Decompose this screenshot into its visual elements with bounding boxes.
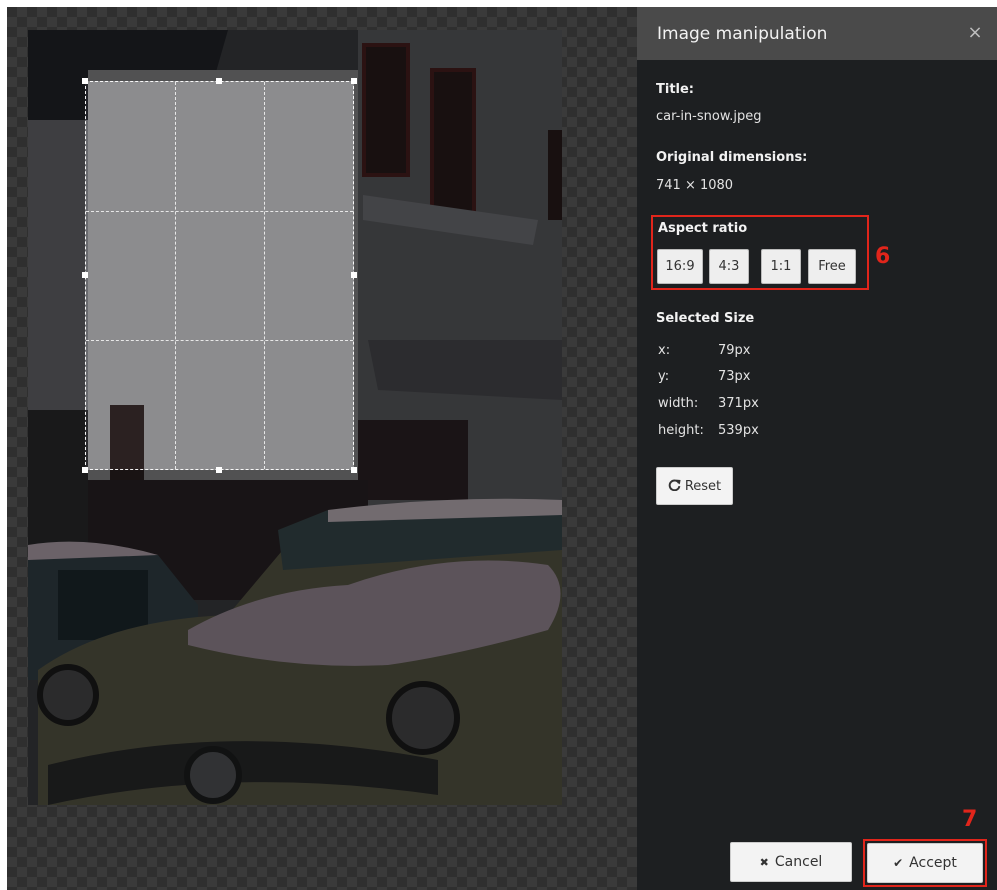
size-key: height: <box>658 423 704 438</box>
image-manipulation-panel: Image manipulation × Title: car-in-snow.… <box>637 7 997 890</box>
aspect-ratio-group: Aspect ratio 16:9 4:3 1:1 Free <box>651 215 869 290</box>
close-icon[interactable]: × <box>965 22 985 43</box>
title-label: Title: <box>656 82 695 97</box>
crop-handle-top-left[interactable] <box>82 78 88 84</box>
reset-button[interactable]: Reset <box>656 467 733 505</box>
size-value: 79px <box>718 343 751 358</box>
refresh-icon <box>668 478 681 495</box>
ratio-free-button[interactable]: Free <box>808 249 856 284</box>
size-row-x: x: 79px <box>658 343 751 358</box>
crop-grid-line <box>86 211 353 212</box>
size-value: 539px <box>718 423 759 438</box>
dimensions-label: Original dimensions: <box>656 150 808 165</box>
crop-handle-bottom-left[interactable] <box>82 467 88 473</box>
size-value: 73px <box>718 369 751 384</box>
crop-handle-top[interactable] <box>216 78 222 84</box>
aspect-ratio-label: Aspect ratio <box>658 221 748 236</box>
size-row-height: height: 539px <box>658 423 759 438</box>
panel-title: Image manipulation <box>657 23 828 44</box>
size-key: y: <box>658 369 670 384</box>
dimensions-value: 741 × 1080 <box>656 178 734 193</box>
cancel-label: Cancel <box>774 854 823 870</box>
close-icon: ✖ <box>759 855 769 869</box>
crop-grid-line <box>264 82 265 469</box>
accept-label: Accept <box>909 855 957 871</box>
check-icon: ✔ <box>893 856 904 870</box>
ratio-4-3-button[interactable]: 4:3 <box>709 249 749 284</box>
selected-size-label: Selected Size <box>656 311 755 326</box>
ratio-16-9-button[interactable]: 16:9 <box>657 249 703 284</box>
crop-dim-right <box>354 81 562 470</box>
crop-dim-top <box>28 30 562 81</box>
size-value: 371px <box>718 396 759 411</box>
crop-dim-bottom <box>28 470 562 805</box>
size-key: x: <box>658 343 671 358</box>
title-value: car-in-snow.jpeg <box>656 109 762 124</box>
crop-handle-right[interactable] <box>351 272 357 278</box>
crop-selection[interactable] <box>82 78 357 473</box>
accept-button[interactable]: ✔ Accept <box>867 843 983 883</box>
crop-dim-left <box>28 81 85 470</box>
step-marker-7: 7 <box>962 807 978 832</box>
panel-header: Image manipulation × <box>637 7 997 60</box>
crop-handle-bottom-right[interactable] <box>351 467 357 473</box>
cancel-button[interactable]: ✖ Cancel <box>730 842 852 882</box>
crop-grid-line <box>86 340 353 341</box>
crop-grid-line <box>175 82 176 469</box>
crop-handle-top-right[interactable] <box>351 78 357 84</box>
size-row-y: y: 73px <box>658 369 751 384</box>
crop-handle-left[interactable] <box>82 272 88 278</box>
accept-highlight: ✔ Accept <box>863 839 987 887</box>
size-row-width: width: 371px <box>658 396 759 411</box>
size-key: width: <box>658 396 699 411</box>
ratio-1-1-button[interactable]: 1:1 <box>761 249 801 284</box>
reset-label: Reset <box>684 478 722 494</box>
crop-handle-bottom[interactable] <box>216 467 222 473</box>
step-marker-6: 6 <box>875 244 891 269</box>
